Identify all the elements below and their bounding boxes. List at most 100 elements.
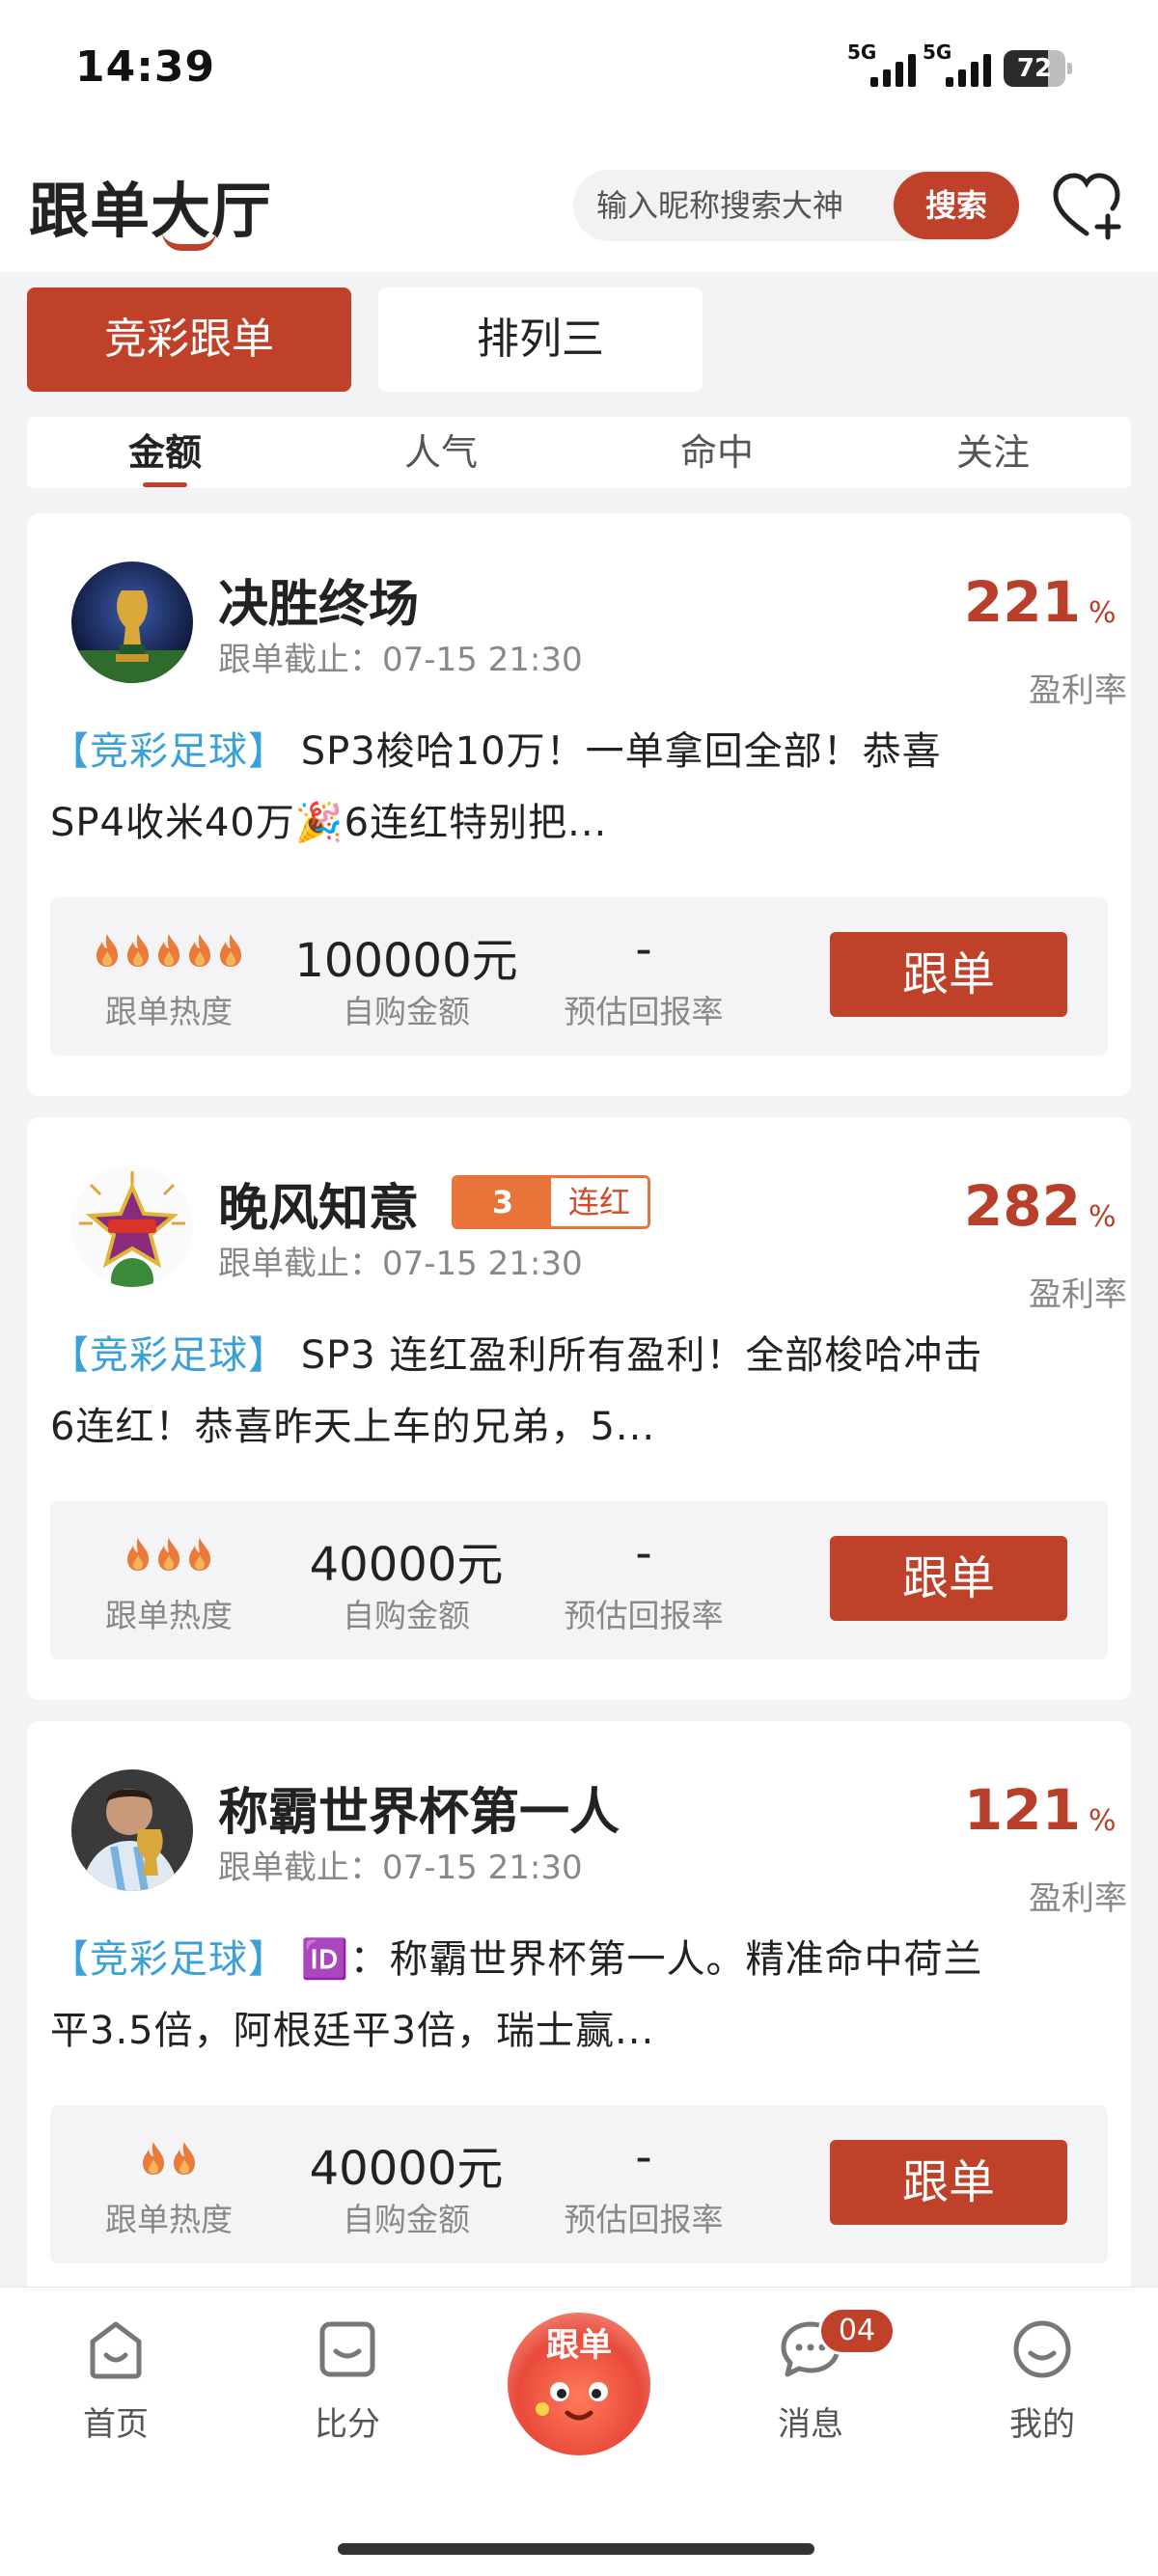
message-badge: 04 bbox=[818, 2307, 896, 2355]
flame-icon bbox=[158, 934, 179, 967]
tip-description[interactable]: 【竞彩足球】 🆔：称霸世界杯第一人。精准命中荷兰 平3.5倍，阿根廷平3倍，瑞士… bbox=[50, 1924, 1112, 2067]
return-stat: - 预估回报率 bbox=[525, 2105, 762, 2263]
profit-value: 121 bbox=[963, 1777, 1081, 1843]
deadline-text: 跟单截止：07-15 21:30 bbox=[218, 1849, 583, 1887]
avatar[interactable] bbox=[71, 1769, 193, 1891]
return-value: - bbox=[635, 1526, 652, 1580]
heat-label: 跟单热度 bbox=[105, 993, 233, 1030]
flame-icon bbox=[143, 2142, 164, 2175]
follow-button[interactable]: 跟单 bbox=[830, 932, 1067, 1017]
desc-line-1: 🆔：称霸世界杯第一人。精准命中荷兰 bbox=[288, 1937, 983, 1982]
tag-football: 【竞彩足球】 bbox=[50, 729, 288, 774]
signal-icon: 5G bbox=[847, 41, 924, 91]
sort-tab-popularity[interactable]: 人气 bbox=[303, 417, 579, 488]
nav-home[interactable]: 首页 bbox=[39, 2316, 193, 2452]
stats-panel: 跟单热度 40000元 自购金额 - 预估回报率 跟单 bbox=[50, 2105, 1108, 2263]
profit-unit: % bbox=[1089, 1804, 1117, 1838]
avatar[interactable] bbox=[71, 562, 193, 683]
nav-score-label: 比分 bbox=[315, 2405, 380, 2444]
flame-icon bbox=[96, 934, 118, 967]
profit-label: 盈利率 bbox=[1029, 1275, 1127, 1314]
flame-icon bbox=[189, 934, 210, 967]
desc-line-1: SP3 连红盈利所有盈利！全部梭哈冲击 bbox=[288, 1333, 983, 1378]
desc-line-2: SP4收米40万🎉6连红特别把... bbox=[50, 801, 608, 845]
flame-icon bbox=[220, 934, 241, 967]
return-value: - bbox=[635, 2130, 652, 2184]
tip-card[interactable]: 晚风知意 3 连红 跟单截止：07-15 21:30 282 % 盈利率 【竞彩… bbox=[27, 1117, 1131, 1700]
follow-button[interactable]: 跟单 bbox=[830, 2140, 1067, 2225]
return-label: 预估回报率 bbox=[564, 1597, 724, 1634]
sort-tab-hit[interactable]: 命中 bbox=[579, 417, 855, 488]
sort-tab-follow[interactable]: 关注 bbox=[855, 417, 1131, 488]
sort-active-indicator bbox=[143, 482, 187, 487]
return-value: - bbox=[635, 922, 652, 976]
amount-value: 40000元 bbox=[309, 1538, 504, 1592]
streak-badge: 3 连红 bbox=[452, 1175, 650, 1229]
username[interactable]: 称霸世界杯第一人 bbox=[218, 1771, 620, 1844]
profit-unit: % bbox=[1089, 1200, 1117, 1234]
desc-line-2: 平3.5倍，阿根廷平3倍，瑞士赢... bbox=[50, 2009, 655, 2053]
avatar[interactable] bbox=[71, 1165, 193, 1287]
status-time: 14:39 bbox=[75, 42, 216, 92]
profile-icon bbox=[1013, 2320, 1071, 2378]
profit-unit: % bbox=[1089, 596, 1117, 630]
app-header: 跟单大厅 搜索 bbox=[0, 135, 1158, 272]
heat-stat: 跟单热度 bbox=[50, 897, 288, 1055]
page-title: 跟单大厅 bbox=[29, 176, 273, 246]
status-bar: 14:39 5G 5G 72 bbox=[0, 0, 1158, 135]
username[interactable]: 决胜终场 bbox=[218, 563, 419, 636]
flame-icon bbox=[127, 934, 149, 967]
profit-value: 282 bbox=[963, 1173, 1081, 1239]
flame-icons bbox=[50, 2140, 288, 2177]
return-label: 预估回报率 bbox=[564, 2201, 724, 2238]
nav-mine-label: 我的 bbox=[1009, 2405, 1075, 2444]
deadline-text: 跟单截止：07-15 21:30 bbox=[218, 641, 583, 679]
flame-icon bbox=[127, 1538, 149, 1571]
heat-label: 跟单热度 bbox=[105, 1597, 233, 1634]
tab-pailie3[interactable]: 排列三 bbox=[378, 288, 703, 392]
heat-stat: 跟单热度 bbox=[50, 1501, 288, 1659]
tip-description[interactable]: 【竞彩足球】 SP3梭哈10万！一单拿回全部！恭喜 SP4收米40万🎉6连红特别… bbox=[50, 716, 1112, 859]
streak-count: 3 bbox=[455, 1178, 551, 1226]
signal-icon-2: 5G bbox=[923, 41, 1000, 91]
nav-score[interactable]: 比分 bbox=[270, 2316, 425, 2452]
tip-card[interactable]: 称霸世界杯第一人 跟单截止：07-15 21:30 121 % 盈利率 【竞彩足… bbox=[27, 1721, 1131, 2319]
bottom-nav: 首页 比分 跟单 消息 04 我的 bbox=[0, 2287, 1158, 2576]
mascot-icon bbox=[536, 2382, 608, 2421]
tip-description[interactable]: 【竞彩足球】 SP3 连红盈利所有盈利！全部梭哈冲击 6连红！恭喜昨天上车的兄弟… bbox=[50, 1320, 1112, 1463]
profit-rate: 221 % 盈利率 bbox=[899, 569, 1131, 710]
return-stat: - 预估回报率 bbox=[525, 1501, 762, 1659]
stats-panel: 跟单热度 40000元 自购金额 - 预估回报率 跟单 bbox=[50, 1501, 1108, 1659]
search-button[interactable]: 搜索 bbox=[894, 172, 1019, 239]
heart-plus-icon[interactable] bbox=[1050, 170, 1127, 243]
amount-stat: 40000元 自购金额 bbox=[288, 1501, 525, 1659]
desc-line-1: SP3梭哈10万！一单拿回全部！恭喜 bbox=[288, 729, 942, 774]
username[interactable]: 晚风知意 bbox=[218, 1167, 419, 1240]
search-input[interactable] bbox=[596, 170, 886, 241]
home-icon bbox=[90, 2321, 142, 2379]
amount-value: 40000元 bbox=[309, 2142, 504, 2196]
return-label: 预估回报率 bbox=[564, 993, 724, 1030]
nav-follow-center[interactable]: 跟单 bbox=[508, 2313, 650, 2455]
return-stat: - 预估回报率 bbox=[525, 897, 762, 1055]
nav-messages-label: 消息 bbox=[778, 2405, 843, 2444]
sort-tab-amount[interactable]: 金额 bbox=[27, 417, 303, 488]
nav-mine[interactable]: 我的 bbox=[965, 2316, 1119, 2452]
tip-card[interactable]: 决胜终场 跟单截止：07-15 21:30 221 % 盈利率 【竞彩足球】 S… bbox=[27, 513, 1131, 1096]
streak-label: 连红 bbox=[551, 1178, 648, 1226]
profit-label: 盈利率 bbox=[1029, 671, 1127, 710]
tab-jingcai[interactable]: 竞彩跟单 bbox=[27, 288, 351, 392]
heat-label: 跟单热度 bbox=[105, 2201, 233, 2238]
nav-home-label: 首页 bbox=[83, 2405, 149, 2444]
amount-stat: 100000元 自购金额 bbox=[288, 897, 525, 1055]
profit-rate: 121 % 盈利率 bbox=[899, 1777, 1131, 1918]
home-indicator bbox=[338, 2543, 814, 2555]
amount-label: 自购金额 bbox=[343, 2201, 470, 2238]
follow-button[interactable]: 跟单 bbox=[830, 1536, 1067, 1621]
profit-rate: 282 % 盈利率 bbox=[899, 1173, 1131, 1314]
deadline-text: 跟单截止：07-15 21:30 bbox=[218, 1245, 583, 1283]
search-bar: 搜索 bbox=[573, 170, 1021, 241]
flame-icon bbox=[189, 1538, 210, 1571]
heat-stat: 跟单热度 bbox=[50, 2105, 288, 2263]
score-icon bbox=[319, 2321, 375, 2377]
